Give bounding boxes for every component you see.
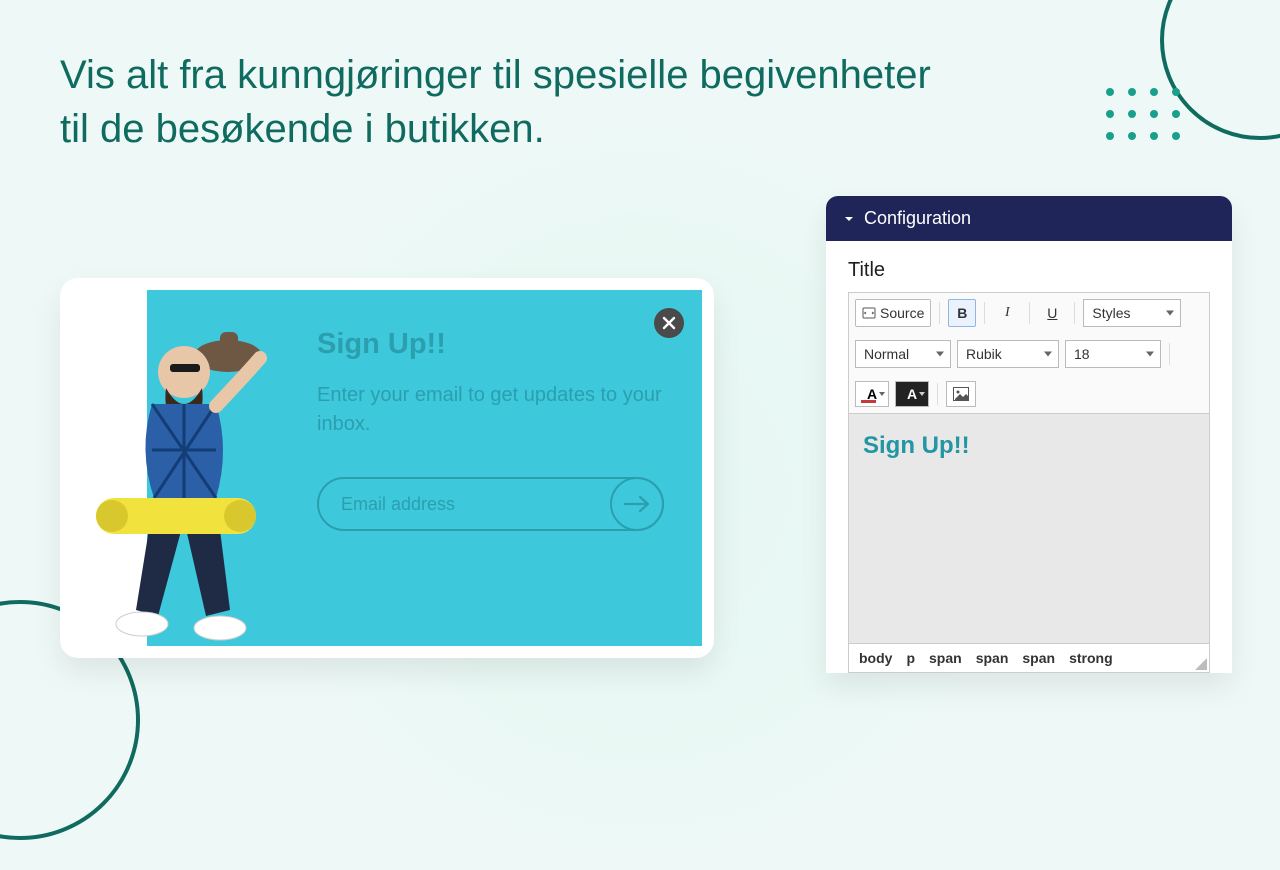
toolbar-separator xyxy=(1074,302,1075,324)
size-label: 18 xyxy=(1074,346,1090,362)
chevron-down-icon xyxy=(936,352,944,357)
resize-handle[interactable] xyxy=(1195,658,1207,670)
text-color-button[interactable]: A xyxy=(855,381,889,407)
close-icon xyxy=(662,316,676,330)
chevron-down-icon xyxy=(879,392,885,396)
format-select[interactable]: Normal xyxy=(855,340,951,368)
decorative-dots xyxy=(1106,88,1180,140)
configuration-panel: Configuration Title Source B I U Styles xyxy=(826,196,1232,673)
breadcrumb-item[interactable]: span xyxy=(976,650,1009,666)
bg-color-button[interactable]: A xyxy=(895,381,929,407)
editor-content[interactable]: Sign Up!! xyxy=(848,414,1210,644)
editor-toolbar: Source B I U Styles Normal xyxy=(848,292,1210,414)
toolbar-separator xyxy=(939,302,940,324)
breadcrumb-item[interactable]: strong xyxy=(1069,650,1113,666)
source-label: Source xyxy=(880,305,924,321)
breadcrumb-item[interactable]: body xyxy=(859,650,892,666)
person-illustration xyxy=(88,310,314,648)
headline-line1: Vis alt fra kunngjøringer til spesielle … xyxy=(60,48,931,102)
submit-button[interactable] xyxy=(610,477,664,531)
chevron-down-icon xyxy=(1044,352,1052,357)
toolbar-separator xyxy=(937,383,938,405)
styles-label: Styles xyxy=(1092,305,1130,321)
chevron-down-icon xyxy=(919,392,925,396)
toolbar-separator xyxy=(1169,343,1170,365)
arrow-right-icon xyxy=(624,495,650,513)
element-breadcrumb: body p span span span strong xyxy=(848,644,1210,673)
popup-subtitle: Enter your email to get updates to your … xyxy=(317,381,664,439)
close-button[interactable] xyxy=(654,308,684,338)
breadcrumb-item[interactable]: span xyxy=(929,650,962,666)
italic-button[interactable]: I xyxy=(993,299,1021,327)
caret-down-icon xyxy=(844,214,854,224)
font-label: Rubik xyxy=(966,346,1002,362)
image-button[interactable] xyxy=(946,381,976,407)
popup-preview-card: Sign Up!! Enter your email to get update… xyxy=(60,278,714,658)
breadcrumb-item[interactable]: p xyxy=(906,650,915,666)
popup-title: Sign Up!! xyxy=(317,328,664,361)
size-select[interactable]: 18 xyxy=(1065,340,1161,368)
toolbar-separator xyxy=(984,302,985,324)
source-icon xyxy=(862,306,876,320)
breadcrumb-item[interactable]: span xyxy=(1022,650,1055,666)
headline-line2: til de besøkende i butikken. xyxy=(60,102,931,156)
image-icon xyxy=(953,387,969,401)
editor-preview-title: Sign Up!! xyxy=(863,432,1195,460)
title-label: Title xyxy=(848,259,1210,282)
chevron-down-icon xyxy=(1146,352,1154,357)
styles-select[interactable]: Styles xyxy=(1083,299,1181,327)
config-header[interactable]: Configuration xyxy=(826,196,1232,241)
chevron-down-icon xyxy=(1166,311,1174,316)
format-label: Normal xyxy=(864,346,909,362)
source-button[interactable]: Source xyxy=(855,299,931,327)
underline-button[interactable]: U xyxy=(1038,299,1066,327)
toolbar-separator xyxy=(1029,302,1030,324)
config-header-label: Configuration xyxy=(864,208,971,229)
font-select[interactable]: Rubik xyxy=(957,340,1059,368)
headline: Vis alt fra kunngjøringer til spesielle … xyxy=(60,48,931,156)
bold-button[interactable]: B xyxy=(948,299,976,327)
